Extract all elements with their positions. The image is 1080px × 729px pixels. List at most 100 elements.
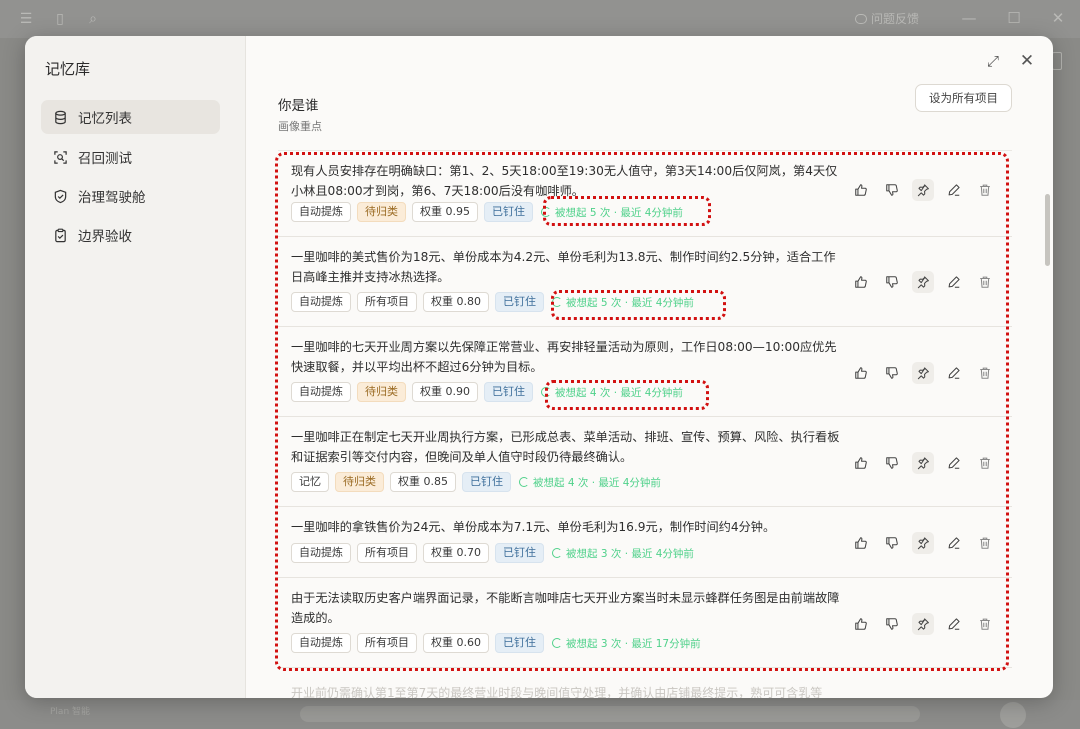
memory-card[interactable]: 由于无法读取历史客户端界面记录，不能断言咖啡店七天开业方案当时未显示蜂群任务图是… bbox=[278, 578, 1012, 668]
thumbs-up-button[interactable] bbox=[850, 362, 872, 384]
recall-text: 被想起 4 次 · 最近 4分钟前 bbox=[555, 386, 683, 399]
query-title: 你是谁 bbox=[278, 98, 319, 114]
shield-icon bbox=[54, 189, 67, 203]
memory-tags: 自动提炼 所有项目 权重 0.60 已钉住 被想起 3 次 · 最近 17分钟前 bbox=[291, 633, 701, 653]
tag-badge: 权重 0.95 bbox=[412, 202, 478, 222]
edit-button[interactable] bbox=[943, 452, 965, 474]
maximize-icon[interactable]: ☐ bbox=[1005, 9, 1023, 27]
refresh-icon bbox=[552, 637, 562, 648]
tag-badge: 自动提炼 bbox=[291, 543, 351, 563]
dialog-main: ⤢ ✕ 你是谁 画像重点 设为所有项目 现有人员安排存在明确缺口：第1、2、5天… bbox=[247, 36, 1053, 698]
category-badge: 待归类 bbox=[335, 472, 384, 492]
memory-card[interactable]: 一里咖啡正在制定七天开业周执行方案，已形成总表、菜单活动、排班、宣传、预算、风险… bbox=[278, 417, 1012, 507]
edit-button[interactable] bbox=[943, 532, 965, 554]
recall-text: 被想起 5 次 · 最近 4分钟前 bbox=[566, 296, 694, 309]
delete-button[interactable] bbox=[974, 362, 996, 384]
pin-button[interactable] bbox=[912, 179, 934, 201]
thumbs-up-button[interactable] bbox=[850, 271, 872, 293]
thumbs-up-button[interactable] bbox=[850, 532, 872, 554]
search-icon[interactable]: ⌕ bbox=[85, 11, 101, 27]
close-icon[interactable]: ✕ bbox=[1018, 52, 1036, 70]
thumbs-down-icon bbox=[886, 618, 898, 630]
recall-info: 被想起 3 次 · 最近 4分钟前 bbox=[552, 546, 694, 561]
thumbs-down-button[interactable] bbox=[881, 532, 903, 554]
recall-info: 被想起 4 次 · 最近 4分钟前 bbox=[519, 475, 661, 490]
memory-card[interactable]: 一里咖啡的美式售价为18元、单份成本为4.2元、单份毛利为13.8元、制作时间约… bbox=[278, 237, 1012, 327]
pinned-badge: 已钉住 bbox=[495, 633, 544, 653]
tag-badge: 权重 0.80 bbox=[423, 292, 489, 312]
memory-tags: 自动提炼 待归类 权重 0.90 已钉住 被想起 4 次 · 最近 4分钟前 bbox=[291, 382, 683, 402]
memory-actions bbox=[850, 179, 996, 201]
thumbs-down-icon bbox=[886, 457, 898, 469]
thumbs-down-button[interactable] bbox=[881, 452, 903, 474]
pin-button[interactable] bbox=[912, 362, 934, 384]
thumbs-up-button[interactable] bbox=[850, 179, 872, 201]
edit-icon bbox=[948, 618, 960, 630]
feedback-button[interactable]: 问题反馈 bbox=[855, 10, 919, 27]
memory-card[interactable]: 一里咖啡的七天开业周方案以先保障正常营业、再安排轻量活动为原则，工作日08:00… bbox=[278, 327, 1012, 417]
delete-icon bbox=[980, 618, 990, 630]
pin-icon bbox=[917, 457, 929, 470]
pin-icon bbox=[917, 367, 929, 380]
memory-library-dialog: 记忆库 记忆列表 召回测试 治理驾驶舱 边界验收 ⤢ ✕ 你是谁 画像重点 设为… bbox=[25, 36, 1053, 698]
thumbs-down-button[interactable] bbox=[881, 362, 903, 384]
memory-card[interactable]: 一里咖啡的拿铁售价为24元、单份成本为7.1元、单份毛利为16.9元，制作时间约… bbox=[278, 507, 1012, 578]
sidebar-toggle-icon[interactable]: ▯ bbox=[52, 11, 68, 27]
thumbs-up-button[interactable] bbox=[850, 452, 872, 474]
delete-button[interactable] bbox=[974, 452, 996, 474]
edit-icon bbox=[948, 367, 960, 379]
recall-info: 被想起 5 次 · 最近 4分钟前 bbox=[552, 295, 694, 310]
edit-button[interactable] bbox=[943, 271, 965, 293]
edit-button[interactable] bbox=[943, 613, 965, 635]
set-all-projects-button[interactable]: 设为所有项目 bbox=[915, 84, 1012, 112]
memory-actions bbox=[850, 271, 996, 293]
thumbs-down-button[interactable] bbox=[881, 271, 903, 293]
dialog-title: 记忆库 bbox=[45, 60, 91, 78]
memory-list: 现有人员安排存在明确缺口：第1、2、5天18:00至19:30无人值守，第3天1… bbox=[278, 150, 1012, 698]
refresh-icon bbox=[541, 206, 551, 217]
expand-icon[interactable]: ⤢ bbox=[984, 52, 1002, 70]
thumbs-up-button[interactable] bbox=[850, 613, 872, 635]
memory-card[interactable]: 现有人员安排存在明确缺口：第1、2、5天18:00至19:30无人值守，第3天1… bbox=[278, 151, 1012, 237]
pin-button[interactable] bbox=[912, 452, 934, 474]
recall-text: 被想起 5 次 · 最近 4分钟前 bbox=[555, 206, 683, 219]
nav-item-governance[interactable]: 治理驾驶舱 bbox=[41, 179, 220, 213]
delete-button[interactable] bbox=[974, 613, 996, 635]
pin-icon bbox=[917, 618, 929, 631]
memory-text: 一里咖啡的七天开业周方案以先保障正常营业、再安排轻量活动为原则，工作日08:00… bbox=[291, 340, 837, 374]
nav-item-boundary-check[interactable]: 边界验收 bbox=[41, 218, 220, 252]
thumbs-down-button[interactable] bbox=[881, 179, 903, 201]
pin-button[interactable] bbox=[912, 532, 934, 554]
nav-item-memory-list[interactable]: 记忆列表 bbox=[41, 100, 220, 134]
edit-button[interactable] bbox=[943, 179, 965, 201]
tag-badge: 所有项目 bbox=[357, 633, 417, 653]
delete-button[interactable] bbox=[974, 179, 996, 201]
memory-text: 现有人员安排存在明确缺口：第1、2、5天18:00至19:30无人值守，第3天1… bbox=[291, 164, 838, 198]
minimize-icon[interactable]: — bbox=[960, 9, 978, 27]
tag-badge: 权重 0.90 bbox=[412, 382, 478, 402]
tag-badge: 权重 0.70 bbox=[423, 543, 489, 563]
nav-item-recall-test[interactable]: 召回测试 bbox=[41, 140, 220, 174]
edit-button[interactable] bbox=[943, 362, 965, 384]
clipboard-check-icon bbox=[55, 228, 66, 242]
pin-icon bbox=[917, 537, 929, 550]
memory-text: 一里咖啡的拿铁售价为24元、单份成本为7.1元、单份毛利为16.9元，制作时间约… bbox=[291, 520, 776, 534]
thumbs-up-icon bbox=[855, 184, 867, 196]
database-icon bbox=[55, 110, 66, 124]
query-subtitle: 画像重点 bbox=[278, 120, 322, 133]
pin-button[interactable] bbox=[912, 613, 934, 635]
tag-badge: 自动提炼 bbox=[291, 292, 351, 312]
delete-button[interactable] bbox=[974, 271, 996, 293]
scrollbar-thumb[interactable] bbox=[1045, 194, 1050, 266]
pinned-badge: 已钉住 bbox=[495, 543, 544, 563]
pin-button[interactable] bbox=[912, 271, 934, 293]
background-chip: Plan 智能 bbox=[50, 707, 91, 717]
tag-badge: 所有项目 bbox=[357, 543, 417, 563]
nav-item-label: 记忆列表 bbox=[78, 111, 132, 127]
thumbs-down-button[interactable] bbox=[881, 613, 903, 635]
window-close-icon[interactable]: ✕ bbox=[1049, 9, 1067, 27]
menu-icon[interactable]: ☰ bbox=[18, 11, 34, 27]
refresh-icon bbox=[552, 547, 562, 558]
memory-tags: 自动提炼 待归类 权重 0.95 已钉住 被想起 5 次 · 最近 4分钟前 bbox=[291, 202, 683, 222]
delete-button[interactable] bbox=[974, 532, 996, 554]
